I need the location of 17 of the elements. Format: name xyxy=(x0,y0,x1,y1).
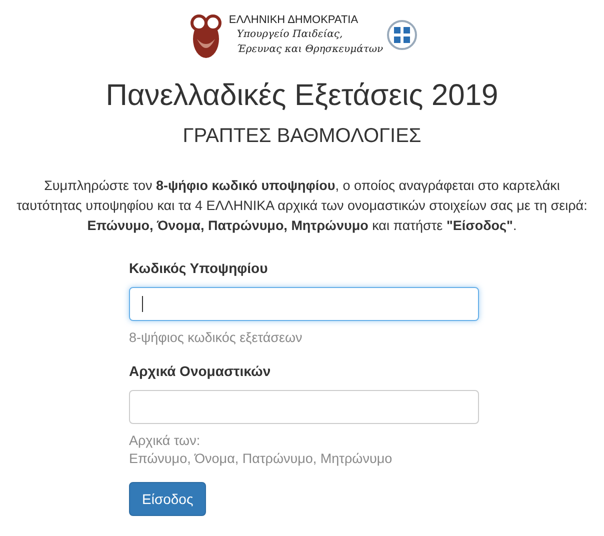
logo-title: ΕΛΛΗΝΙΚΗ ΔΗΜΟΚΡΑΤΙΑ xyxy=(228,13,360,27)
input-field[interactable] xyxy=(129,287,479,321)
field-label: Αρχικά Ονομαστικών xyxy=(129,362,272,381)
help-text: Αρχικά των: xyxy=(129,432,202,450)
emblem-icon xyxy=(387,20,418,50)
input-field[interactable] xyxy=(129,390,479,424)
instructions-text: ταυτότητας υποψηφίου και τα 4 ΕΛΛΗΝΙΚΑ αρχικά των ονομαστικών στοιχείων σας με τη σειρά: xyxy=(16,197,588,215)
help-text: 8-ψήφιος κωδικός εξετάσεων xyxy=(129,329,304,347)
ministry-name: Υπουργείο Παιδείας, xyxy=(236,28,344,42)
help-text: Επώνυμο, Όνομα, Πατρώνυμο, Μητρώνυμο xyxy=(129,450,394,468)
submit-button[interactable]: Είσοδος xyxy=(129,482,206,516)
instructions-text: Συμπληρώστε τον 8-ψήφιο κωδικό υποψηφίου, ο οποίος αναγράφεται στο καρτελάκι xyxy=(44,177,560,195)
page-title: Πανελλαδικές Εξετάσεις 2019 xyxy=(104,78,500,114)
page-subtitle: ΓΡΑΠΤΕΣ ΒΑΘΜΟΛΟΓΙΕΣ xyxy=(182,124,422,148)
ministry-name: Έρευνας και Θρησκευμάτων xyxy=(236,43,384,57)
field-label: Κωδικός Υποψηφίου xyxy=(129,259,269,278)
instructions-text: Επώνυμο, Όνομα, Πατρώνυμο, Μητρώνυμο και πατήστε "Είσοδος". xyxy=(87,217,517,235)
